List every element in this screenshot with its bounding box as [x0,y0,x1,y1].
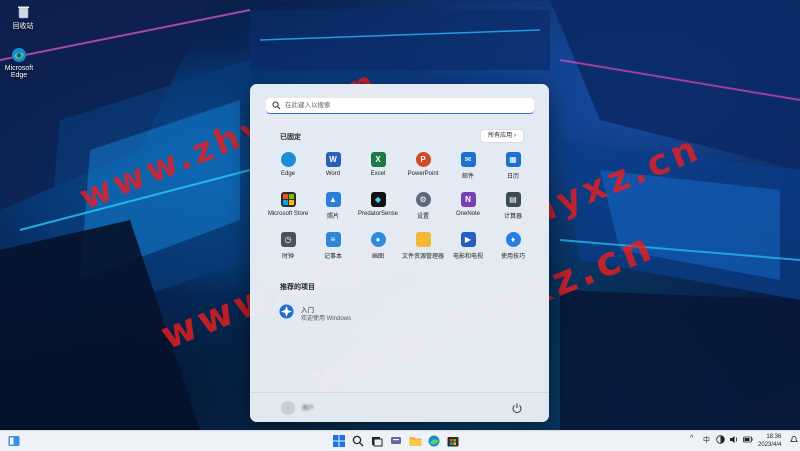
search-placeholder: 在此键入以搜索 [285,102,331,109]
notepad-icon: ≡ [325,232,341,247]
app-label: Microsoft Store [267,211,309,217]
settings-icon: ⚙ [415,192,431,207]
pinned-app-powerpoint[interactable]: P PowerPoint [400,152,446,177]
avatar[interactable] [281,401,295,415]
pinned-app-tips[interactable]: ♦ 使用技巧 [490,232,536,260]
paint-icon: ● [370,232,386,247]
movies-icon: ▶ [460,232,476,247]
app-label: Edge [280,171,295,177]
start-button[interactable] [331,433,347,449]
taskbar: ^ 中 18:36 2023/4/4 [0,430,800,451]
word-icon: W [325,152,341,167]
excel-icon: X [370,152,386,167]
calculator-icon: ▤ [505,192,521,207]
start-menu-footer: 用户 [250,392,549,422]
store-icon [280,192,296,207]
pinned-app-onenote[interactable]: N OneNote [445,192,491,217]
app-label: 电影和电视 [452,254,483,260]
app-label: 邮件 [461,174,474,180]
onenote-icon: N [460,192,476,207]
app-label: PredatorSense [357,211,399,217]
tips-icon: ♦ [505,232,521,247]
keyboard-mode-icon[interactable] [716,435,725,446]
app-label: 设置 [416,214,429,220]
pinned-app-store[interactable]: Microsoft Store [265,192,311,217]
pinned-section-title: 已固定 [280,134,301,141]
get-started-icon [279,304,294,319]
pinned-app-calculator[interactable]: ▤ 计算器 [490,192,536,220]
edge-icon[interactable] [426,433,442,449]
pinned-app-mail[interactable]: ✉ 邮件 [445,152,491,180]
powerpoint-icon: P [415,152,431,167]
calendar-icon: ▦ [505,152,521,167]
photos-icon: ▲ [325,192,341,207]
tray-chevron[interactable]: ^ [690,435,693,442]
folder-icon[interactable] [407,433,423,449]
pinned-app-file-explorer[interactable]: 文件资源管理器 [400,232,446,260]
app-label: Excel [370,171,386,177]
recommended-item-subtitle: 欢迎使用 Windows [301,316,352,322]
pinned-app-calendar[interactable]: ▦ 日历 [490,152,536,180]
recycle-bin-icon [16,4,31,19]
taskbar-clock[interactable]: 18:36 2023/4/4 [758,433,781,449]
pinned-app-word[interactable]: W Word [310,152,356,177]
desktop-icon-edge[interactable]: Microsoft Edge [0,47,41,79]
ime-indicator[interactable]: 中 [703,435,710,445]
clock-date: 2023/4/4 [758,442,782,448]
pinned-app-predatorsense[interactable]: ◆ PredatorSense [355,192,401,217]
clock-icon: ◷ [280,232,296,247]
desktop-icon-label: 回收站 [12,23,34,30]
all-apps-button[interactable]: 所有应用 › [481,130,523,142]
chat-icon[interactable] [388,433,404,449]
task-view-icon[interactable] [369,433,385,449]
app-label: 时钟 [281,254,294,260]
power-icon[interactable] [511,401,523,419]
pinned-app-excel[interactable]: X Excel [355,152,401,177]
predatorsense-icon: ◆ [370,192,386,207]
recommended-item-get-started[interactable]: 入门 欢迎使用 Windows [279,302,399,324]
pinned-app-notepad[interactable]: ≡ 记事本 [310,232,356,260]
clock-time: 18:36 [766,434,782,440]
pinned-app-settings[interactable]: ⚙ 设置 [400,192,446,220]
battery-icon[interactable] [743,435,753,446]
app-label: OneNote [455,211,480,217]
widgets-icon[interactable] [6,433,22,449]
app-label: 画图 [371,254,384,260]
search-icon [272,101,281,116]
app-label: 使用技巧 [500,254,525,260]
pinned-app-movies[interactable]: ▶ 电影和电视 [445,232,491,260]
edge-icon [280,152,296,167]
edge-icon [11,47,27,63]
app-label: 记事本 [323,254,342,260]
search-input[interactable]: 在此键入以搜索 [266,98,534,114]
mail-icon: ✉ [460,152,476,167]
app-label: PowerPoint [407,171,439,177]
pinned-app-paint[interactable]: ● 画图 [355,232,401,260]
app-label: 日历 [506,174,519,180]
folder-icon [415,232,431,247]
volume-icon[interactable] [729,435,739,446]
store-icon[interactable] [445,433,461,449]
start-menu: 在此键入以搜索 已固定 所有应用 › Edge W Word X Excel P… [250,84,549,422]
desktop-icon-recycle-bin[interactable]: 回收站 [1,4,45,31]
app-label: 文件资源管理器 [401,254,444,260]
app-label: 计算器 [503,214,522,220]
app-label: Word [325,171,341,177]
recommended-section-title: 推荐的项目 [280,284,315,291]
desktop-icon-label: Microsoft Edge [4,65,34,79]
app-label: 照片 [326,214,339,220]
pinned-app-edge[interactable]: Edge [265,152,311,177]
pinned-app-clock[interactable]: ◷ 时钟 [265,232,311,260]
notification-icon[interactable] [790,435,798,446]
user-name[interactable]: 用户 [302,403,314,412]
search-icon[interactable] [350,433,366,449]
pinned-app-photos[interactable]: ▲ 照片 [310,192,356,220]
